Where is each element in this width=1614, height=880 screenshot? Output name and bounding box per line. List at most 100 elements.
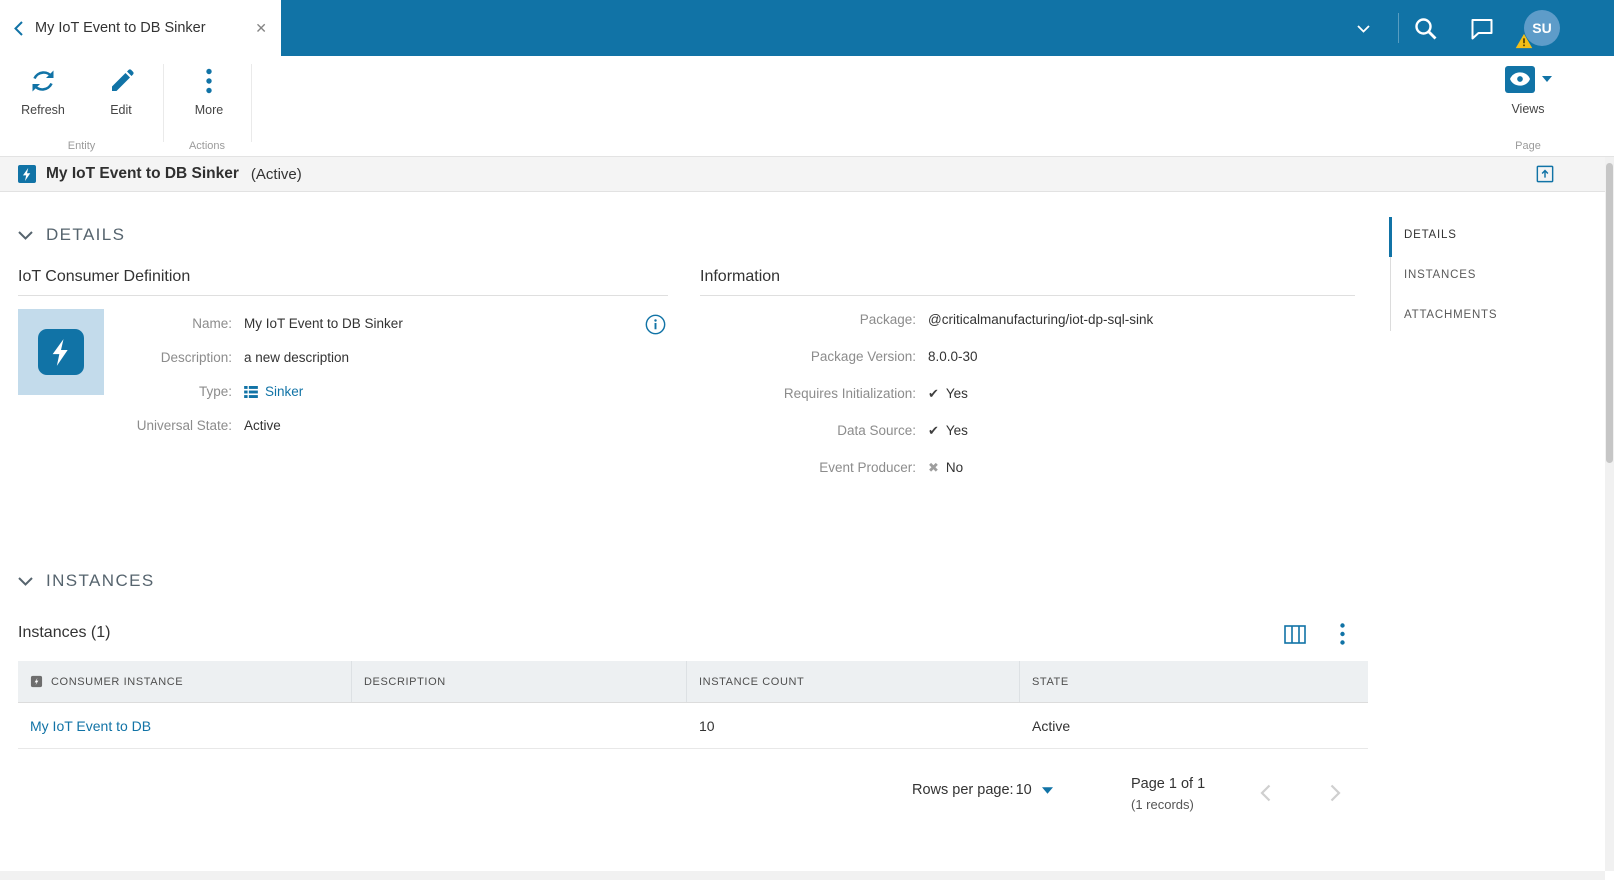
field-label: Package Version: (810, 349, 916, 364)
rows-per-page-caret-icon[interactable] (1041, 786, 1053, 794)
group-label-entity: Entity (67, 140, 96, 152)
field-value: Yes (945, 423, 968, 438)
back-icon[interactable] (14, 20, 23, 36)
field-value: @criticalmanufacturing/iot-dp-sql-sink (928, 312, 1154, 327)
previous-page-icon[interactable] (1260, 784, 1271, 802)
instances-table: CONSUMER INSTANCE DESCRIPTION INSTANCE C… (18, 661, 1368, 749)
views-caret-icon[interactable] (1541, 76, 1552, 82)
instances-section-header[interactable]: INSTANCES (18, 571, 155, 591)
edit-label: Edit (110, 103, 132, 117)
details-section-header[interactable]: DETAILS (18, 225, 125, 245)
table-menu-icon[interactable] (1340, 623, 1345, 645)
group-label-actions: Actions (188, 140, 226, 152)
refresh-label: Refresh (21, 103, 65, 117)
more-label: More (194, 103, 224, 117)
field-label: Universal State: (136, 418, 232, 433)
page-label: Page 1 of 1 (1131, 776, 1206, 792)
iot-consumer-definition-panel: IoT Consumer Definition Name: My IoT Eve… (18, 268, 668, 449)
field-name: Name: My IoT Event to DB Sinker (104, 313, 668, 334)
next-page-icon[interactable] (1330, 784, 1341, 802)
page-info: Page 1 of 1 (1 records) (1131, 776, 1205, 812)
check-icon: ✔ (928, 423, 939, 438)
chevron-down-icon[interactable] (18, 230, 33, 240)
entity-image-tile (18, 309, 104, 395)
section-nav: DETAILS INSTANCES ATTACHMENTS (1389, 215, 1565, 335)
field-label: Name: (192, 316, 232, 331)
search-icon[interactable] (1413, 16, 1438, 41)
sidebar-item-instances[interactable]: INSTANCES (1390, 255, 1565, 295)
column-chooser-icon[interactable] (1284, 625, 1306, 644)
check-icon: ✔ (928, 386, 939, 401)
field-value: No (945, 460, 964, 475)
horizontal-scrollbar (0, 871, 1605, 880)
rows-per-page-label: Rows per page: (912, 782, 1014, 798)
field-requires-initialization: Requires Initialization: ✔ Yes (700, 383, 1355, 404)
instances-table-title: Instances (1) (18, 624, 111, 641)
refresh-button[interactable]: Refresh (6, 64, 80, 117)
consumer-instance-icon (30, 675, 43, 688)
cell-instance-count: 10 (699, 717, 715, 734)
column-header-label: DESCRIPTION (364, 675, 446, 688)
column-header-label: INSTANCE COUNT (699, 675, 805, 688)
eye-icon (1504, 65, 1535, 93)
messages-icon[interactable] (1470, 18, 1494, 40)
entity-title: My IoT Event to DB Sinker (46, 165, 239, 182)
edit-button[interactable]: Edit (84, 64, 158, 117)
vertical-scrollbar (1605, 157, 1614, 871)
consumer-instance-link[interactable]: My IoT Event to DB (30, 718, 151, 734)
close-icon[interactable]: ✕ (255, 20, 267, 37)
field-package: Package: @criticalmanufacturing/iot-dp-s… (700, 309, 1355, 330)
field-universal-state: Universal State: Active (104, 415, 668, 436)
group-label-page: Page (1515, 140, 1541, 152)
more-icon (172, 64, 246, 98)
information-panel: Information Package: @criticalmanufactur… (700, 268, 1355, 494)
column-header-consumer-instance[interactable]: CONSUMER INSTANCE (18, 661, 352, 702)
field-label: Requires Initialization: (783, 386, 916, 401)
open-panel-icon[interactable] (1536, 165, 1554, 183)
edit-icon (84, 64, 158, 98)
views-button[interactable]: Views (1492, 64, 1564, 116)
field-value: Active (244, 418, 281, 433)
more-button[interactable]: More (172, 64, 246, 117)
records-label: (1 records) (1131, 797, 1194, 812)
top-bar: My IoT Event to DB Sinker ✕ SU (0, 0, 1614, 56)
field-label: Data Source: (837, 423, 916, 438)
field-label: Event Producer: (819, 460, 916, 475)
entity-tab[interactable]: My IoT Event to DB Sinker ✕ (0, 0, 281, 56)
topbar-divider (1398, 13, 1399, 43)
bolt-icon (38, 329, 84, 375)
column-header-description[interactable]: DESCRIPTION (352, 661, 687, 702)
cell-state: Active (1032, 717, 1071, 734)
rows-per-page-control[interactable]: Rows per page: 10 (912, 782, 1053, 798)
vertical-scrollbar-thumb[interactable] (1606, 163, 1613, 463)
field-value: My IoT Event to DB Sinker (244, 316, 403, 331)
field-value: a new description (244, 350, 350, 365)
column-header-instance-count[interactable]: INSTANCE COUNT (687, 661, 1020, 702)
sinker-entity-icon (18, 165, 36, 183)
info-icon[interactable] (645, 314, 666, 335)
column-header-state[interactable]: STATE (1020, 661, 1368, 702)
field-label: Package: (859, 312, 916, 327)
chevron-down-icon[interactable] (1357, 25, 1370, 33)
field-value: 8.0.0-30 (928, 349, 978, 364)
type-link-label: Sinker (265, 384, 304, 399)
column-header-label: CONSUMER INSTANCE (51, 675, 184, 688)
sidebar-item-attachments[interactable]: ATTACHMENTS (1390, 295, 1565, 335)
field-event-producer: Event Producer: ✖ No (700, 457, 1355, 478)
information-title: Information (700, 268, 1355, 296)
toolbar-separator (163, 64, 164, 142)
table-row[interactable]: My IoT Event to DB 10 Active (18, 703, 1368, 749)
field-data-source: Data Source: ✔ Yes (700, 420, 1355, 441)
field-description: Description: a new description (104, 347, 668, 368)
warning-icon (1515, 33, 1533, 49)
ribbon-toolbar: Refresh Edit More Entity Actions Views P… (0, 56, 1614, 157)
chevron-down-icon[interactable] (18, 576, 33, 586)
field-label: Type: (198, 384, 232, 399)
sidebar-item-details[interactable]: DETAILS (1390, 215, 1565, 255)
type-link[interactable]: Sinker (244, 381, 303, 402)
entity-state: (Active) (250, 165, 302, 183)
field-value: Yes (945, 386, 968, 401)
toolbar-separator (251, 64, 252, 142)
column-header-label: STATE (1032, 675, 1069, 688)
definition-title: IoT Consumer Definition (18, 268, 668, 296)
